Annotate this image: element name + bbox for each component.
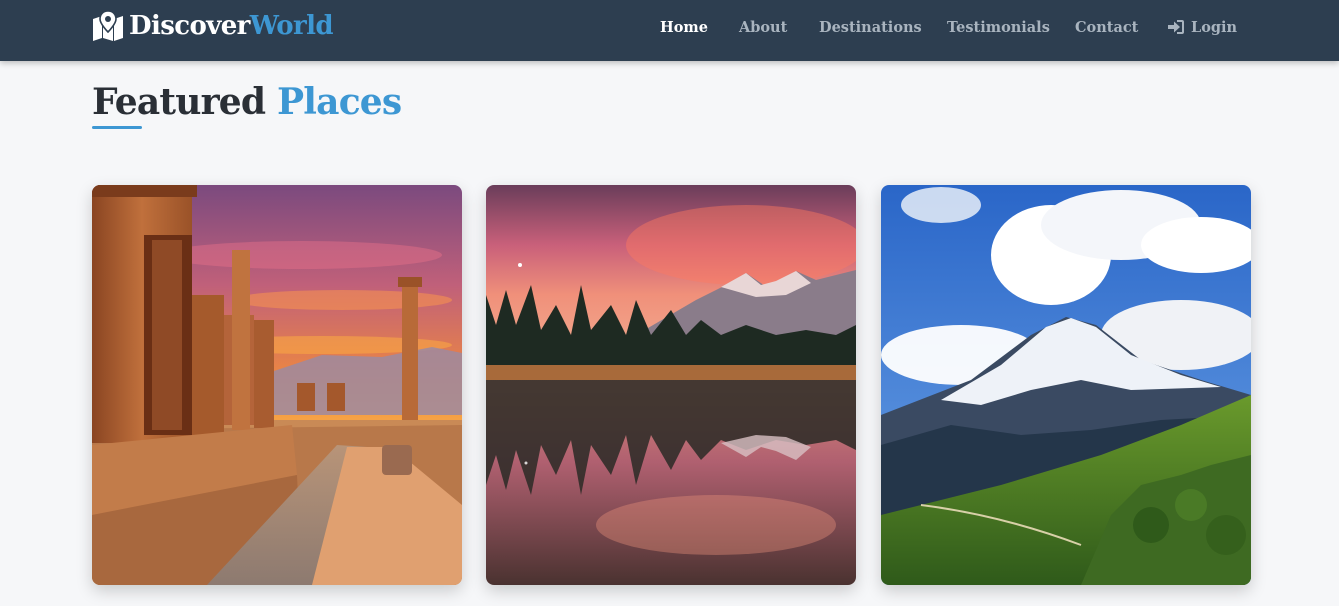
navbar: DiscoverWorld Home About Destinations Te… [0, 0, 1339, 61]
section-title-part1: Featured [92, 81, 266, 123]
nav-link-about[interactable]: About [739, 17, 787, 37]
nav-link-contact[interactable]: Contact [1075, 17, 1138, 37]
place-card-mountain[interactable] [881, 185, 1251, 585]
map-marker-icon [93, 11, 123, 41]
brand-name-part1: Discover [129, 11, 250, 41]
brand-logo[interactable]: DiscoverWorld [91, 10, 334, 42]
login-label: Login [1191, 18, 1238, 36]
nav-link-testimonials[interactable]: Testimonials [947, 17, 1050, 37]
brand-name-part2: World [249, 11, 334, 41]
nav-link-login[interactable]: Login [1167, 17, 1237, 37]
place-image-mountain [881, 185, 1251, 585]
place-image-lake [486, 185, 856, 585]
section-title: Featured Places [92, 76, 402, 128]
place-card-lake[interactable] [486, 185, 856, 585]
title-underline [92, 126, 142, 129]
nav-link-home[interactable]: Home [660, 17, 708, 37]
section-title-part2: Places [277, 81, 402, 123]
nav-link-destinations[interactable]: Destinations [819, 17, 922, 37]
brand-name: DiscoverWorld [129, 10, 334, 42]
place-image-ruins [92, 185, 462, 585]
sign-in-icon [1168, 20, 1184, 34]
place-card-ruins[interactable] [92, 185, 462, 585]
